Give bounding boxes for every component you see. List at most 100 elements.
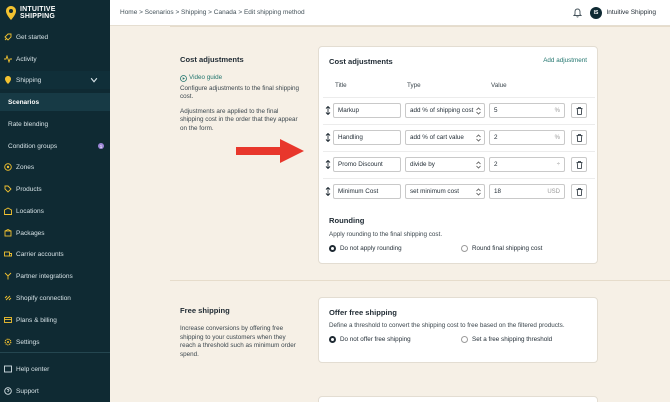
sidebar-item-settings[interactable]: Settings bbox=[0, 333, 110, 351]
map-pin-icon bbox=[6, 6, 16, 20]
brand-logo[interactable]: INTUITIVE SHIPPING bbox=[0, 0, 110, 26]
sidebar-item-get-started[interactable]: Get started bbox=[0, 28, 110, 46]
adjustment-title-input[interactable]: Markup bbox=[333, 103, 401, 118]
sidebar-item-scenarios[interactable]: Scenarios bbox=[0, 93, 110, 111]
activity-icon bbox=[4, 55, 12, 63]
section-description-2: Adjustments are applied to the final shi… bbox=[180, 107, 298, 132]
sidebar-item-support[interactable]: Support bbox=[0, 382, 110, 400]
trash-icon bbox=[576, 133, 582, 142]
radio-selected bbox=[329, 336, 336, 343]
drag-handle-icon[interactable] bbox=[325, 187, 331, 196]
trash-icon bbox=[576, 106, 582, 115]
adjustment-type-select[interactable]: set minimum cost bbox=[405, 184, 485, 199]
sidebar-item-label: Settings bbox=[16, 338, 40, 346]
radio-unselected bbox=[461, 336, 468, 343]
adjustment-title-input[interactable]: Promo Discount bbox=[333, 157, 401, 172]
sidebar-item-locations[interactable]: Locations bbox=[0, 202, 110, 220]
table-row: Handling add % of cart value 2 % bbox=[323, 124, 595, 150]
sidebar-item-label: Help center bbox=[16, 365, 50, 373]
sidebar-item-label: Activity bbox=[16, 55, 37, 63]
adjustment-type-select[interactable]: add % of shipping cost bbox=[405, 103, 485, 118]
play-circle-icon bbox=[180, 74, 187, 82]
drag-handle-icon[interactable] bbox=[325, 133, 331, 142]
free-shipping-description: Define a threshold to convert the shippi… bbox=[329, 322, 565, 329]
table-row: Minimum Cost set minimum cost 18 USD bbox=[323, 178, 595, 204]
delete-button[interactable] bbox=[571, 157, 587, 172]
link-icon bbox=[4, 295, 12, 301]
radio-no-rounding[interactable]: Do not apply rounding bbox=[329, 245, 402, 252]
help-icon bbox=[4, 365, 12, 373]
next-section-card bbox=[318, 396, 598, 402]
add-adjustment-link[interactable]: Add adjustment bbox=[543, 57, 587, 64]
sidebar-item-label: Plans & billing bbox=[16, 316, 57, 324]
sidebar-item-packages[interactable]: Packages bbox=[0, 224, 110, 242]
section-description: Configure adjustments to the final shipp… bbox=[180, 84, 300, 101]
card-title: Offer free shipping bbox=[329, 308, 397, 317]
adjustment-value-input[interactable]: 18 USD bbox=[489, 184, 565, 199]
sidebar-item-label: Locations bbox=[16, 207, 44, 215]
radio-selected bbox=[329, 245, 336, 252]
rounding-description: Apply rounding to the final shipping cos… bbox=[329, 231, 443, 238]
bell-icon[interactable] bbox=[573, 8, 582, 18]
sidebar-item-help-center[interactable]: Help center bbox=[0, 360, 110, 378]
sidebar-item-activity[interactable]: Activity bbox=[0, 50, 110, 68]
section-divider bbox=[170, 280, 670, 281]
rocket-icon bbox=[4, 33, 12, 41]
package-icon bbox=[4, 229, 12, 237]
cost-adjustments-card: Cost adjustments Add adjustment Title Ty… bbox=[318, 46, 598, 264]
sidebar-item-partner-integrations[interactable]: Partner integrations bbox=[0, 267, 110, 285]
cost-adjustments-info: Cost adjustments Video guide Configure a… bbox=[180, 55, 300, 139]
adjustment-value-input[interactable]: 2 ÷ bbox=[489, 157, 565, 172]
sidebar-item-label: Condition groups bbox=[8, 142, 58, 150]
adjustment-value-input[interactable]: 5 % bbox=[489, 103, 565, 118]
sidebar-item-carrier-accounts[interactable]: Carrier accounts bbox=[0, 245, 110, 263]
adjustment-title-input[interactable]: Handling bbox=[333, 130, 401, 145]
free-shipping-info: Free shipping Increase conversions by of… bbox=[180, 306, 298, 365]
red-arrow-annotation bbox=[236, 139, 304, 163]
notification-badge: 1 bbox=[98, 143, 104, 149]
sidebar-item-zones[interactable]: Zones bbox=[0, 158, 110, 176]
target-icon bbox=[4, 163, 12, 171]
sidebar-item-label: Products bbox=[16, 185, 42, 193]
sidebar-item-rate-blending[interactable]: Rate blending bbox=[0, 115, 110, 133]
select-arrows-icon bbox=[476, 161, 481, 169]
radio-unselected bbox=[461, 245, 468, 252]
delete-button[interactable] bbox=[571, 184, 587, 199]
sidebar-item-shipping[interactable]: Shipping bbox=[0, 71, 110, 89]
section-title: Cost adjustments bbox=[180, 55, 244, 64]
column-header-title: Title bbox=[335, 82, 347, 89]
drag-handle-icon[interactable] bbox=[325, 106, 331, 115]
radio-no-free-shipping[interactable]: Do not offer free shipping bbox=[329, 336, 411, 343]
sidebar-item-label: Shipping bbox=[16, 76, 42, 84]
delete-button[interactable] bbox=[571, 130, 587, 145]
sidebar-item-label: Rate blending bbox=[8, 120, 49, 128]
avatar[interactable]: IS bbox=[590, 7, 602, 19]
section-description: Increase conversions by offering free sh… bbox=[180, 325, 296, 358]
locations-icon bbox=[4, 207, 12, 215]
adjustment-type-select[interactable]: add % of cart value bbox=[405, 130, 485, 145]
adjustment-value-input[interactable]: 2 % bbox=[489, 130, 565, 145]
sidebar-item-products[interactable]: Products bbox=[0, 180, 110, 198]
adjustment-type-select[interactable]: divide by bbox=[405, 157, 485, 172]
drag-handle-icon[interactable] bbox=[325, 160, 331, 169]
breadcrumb[interactable]: Home > Scenarios > Shipping > Canada > E… bbox=[120, 9, 305, 16]
video-guide-link[interactable]: Video guide bbox=[180, 74, 300, 83]
select-arrows-icon bbox=[476, 134, 481, 142]
adjustment-title-input[interactable]: Minimum Cost bbox=[333, 184, 401, 199]
sidebar-divider bbox=[0, 352, 110, 353]
brand-line-2: SHIPPING bbox=[20, 13, 56, 20]
section-title: Free shipping bbox=[180, 306, 230, 315]
sidebar-item-condition-groups[interactable]: Condition groups 1 bbox=[0, 137, 110, 155]
sidebar-item-label: Packages bbox=[16, 229, 45, 237]
sidebar-item-plans-billing[interactable]: Plans & billing bbox=[0, 311, 110, 329]
radio-round-final-cost[interactable]: Round final shipping cost bbox=[461, 245, 542, 252]
sidebar-item-shopify-connection[interactable]: Shopify connection bbox=[0, 289, 110, 307]
sidebar-item-label: Zones bbox=[16, 163, 35, 171]
chevron-down-icon bbox=[90, 77, 98, 83]
radio-free-shipping-threshold[interactable]: Set a free shipping threshold bbox=[461, 336, 552, 343]
store-name[interactable]: Intuitive Shipping bbox=[606, 9, 656, 16]
rounding-title: Rounding bbox=[329, 216, 365, 225]
sidebar: INTUITIVE SHIPPING Get started Activity … bbox=[0, 0, 110, 402]
delete-button[interactable] bbox=[571, 103, 587, 118]
value-unit: % bbox=[554, 134, 560, 141]
